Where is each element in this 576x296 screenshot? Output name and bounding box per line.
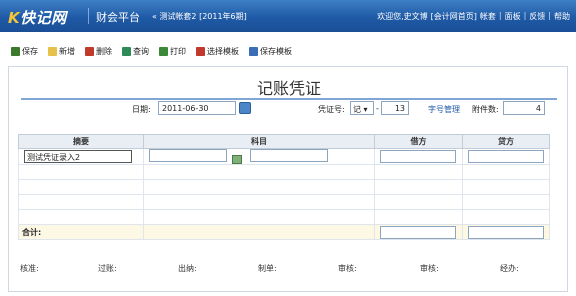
print-button[interactable]: 打印 <box>156 43 189 59</box>
delete-button[interactable]: 删除 <box>82 43 115 59</box>
handler-label: 经办: <box>500 264 519 273</box>
save-template-icon <box>249 46 258 56</box>
col-debit: 借方 <box>374 134 463 149</box>
welcome-text: 欢迎您,史文博 <box>377 12 428 21</box>
entry-table: 摘要 科目 借方 贷方 测试凭证录入2 合计: <box>18 134 550 240</box>
preparer-label: 制单: <box>258 264 277 273</box>
voucher-type-select[interactable]: 记 ▾ <box>350 101 374 115</box>
debit-total <box>380 225 457 239</box>
date-label: 日期: <box>132 105 151 114</box>
col-summary: 摘要 <box>18 134 144 149</box>
logo-text: 快记网 <box>20 9 67 27</box>
panel-link[interactable]: 面板 <box>505 11 521 22</box>
delete-icon <box>85 46 94 56</box>
save-button[interactable]: 保存 <box>8 43 41 59</box>
table-header: 摘要 科目 借方 贷方 <box>18 134 550 149</box>
save-template-button[interactable]: 保存模板 <box>246 43 295 59</box>
account-name-input[interactable] <box>250 149 329 162</box>
attachments-label: 附件数: <box>472 105 499 114</box>
voucher-number-field[interactable]: 13 <box>381 101 409 115</box>
summary-input[interactable]: 测试凭证录入2 <box>24 150 132 163</box>
table-row <box>18 164 550 180</box>
credit-total <box>468 225 544 239</box>
query-button[interactable]: 查询 <box>119 43 152 59</box>
voucher-meta: 日期: 2011-06-30 凭证号: 记 ▾ - 13 字号管理 附件数: 4 <box>0 100 576 118</box>
credit-input[interactable] <box>468 150 544 163</box>
poster-label: 过账: <box>98 264 117 273</box>
template-icon <box>196 46 205 56</box>
date-field[interactable]: 2011-06-30 <box>158 101 236 115</box>
header-divider <box>88 8 89 24</box>
print-icon <box>159 46 168 56</box>
reviewer-label: 审核: <box>338 264 357 273</box>
calendar-icon[interactable] <box>239 102 251 114</box>
voucher-no-label: 凭证号: <box>318 105 345 114</box>
help-link[interactable]: 帮助 <box>554 11 570 22</box>
cashier-label: 出纳: <box>178 264 197 273</box>
col-credit: 贷方 <box>462 134 550 149</box>
table-row <box>18 209 550 225</box>
toolbar: 保存 新增 删除 查询 打印 选择模板 保存模板 <box>0 40 576 62</box>
account-code-input[interactable] <box>148 149 227 162</box>
save-icon <box>11 46 20 56</box>
app-header: K快记网 财会平台 « 测试帐套2 [2011年6期] 欢迎您,史文博 [会计网… <box>0 0 576 32</box>
table-row: 测试凭证录入2 <box>18 148 550 165</box>
manage-number-link[interactable]: 字号管理 <box>428 104 460 115</box>
debit-input[interactable] <box>380 150 457 163</box>
new-icon <box>48 46 57 56</box>
account-picker-icon[interactable] <box>232 155 243 164</box>
total-row: 合计: <box>18 224 550 240</box>
select-template-button[interactable]: 选择模板 <box>193 43 242 59</box>
header-links: 欢迎您,史文博 [会计网首页] 帐套 | 面板 | 反馈 | 帮助 <box>377 11 570 22</box>
table-row <box>18 194 550 210</box>
home-link[interactable]: [会计网首页] <box>431 11 477 22</box>
feedback-link[interactable]: 反馈 <box>529 11 545 22</box>
logo[interactable]: K快记网 <box>8 7 67 28</box>
table-row <box>18 179 550 195</box>
platform-title: 财会平台 <box>96 11 140 24</box>
account-book-link[interactable]: 帐套 <box>480 11 496 22</box>
approver-label: 核准: <box>20 264 39 273</box>
search-icon <box>122 46 131 56</box>
total-label: 合计: <box>18 224 144 240</box>
account-book-label[interactable]: « 测试帐套2 [2011年6期] <box>152 11 247 22</box>
col-account: 科目 <box>142 134 376 149</box>
reviewer-2-label: 审核: <box>420 264 439 273</box>
attachments-field[interactable]: 4 <box>503 101 545 115</box>
page-title: 记账凭证 <box>256 79 321 98</box>
new-button[interactable]: 新增 <box>45 43 78 59</box>
